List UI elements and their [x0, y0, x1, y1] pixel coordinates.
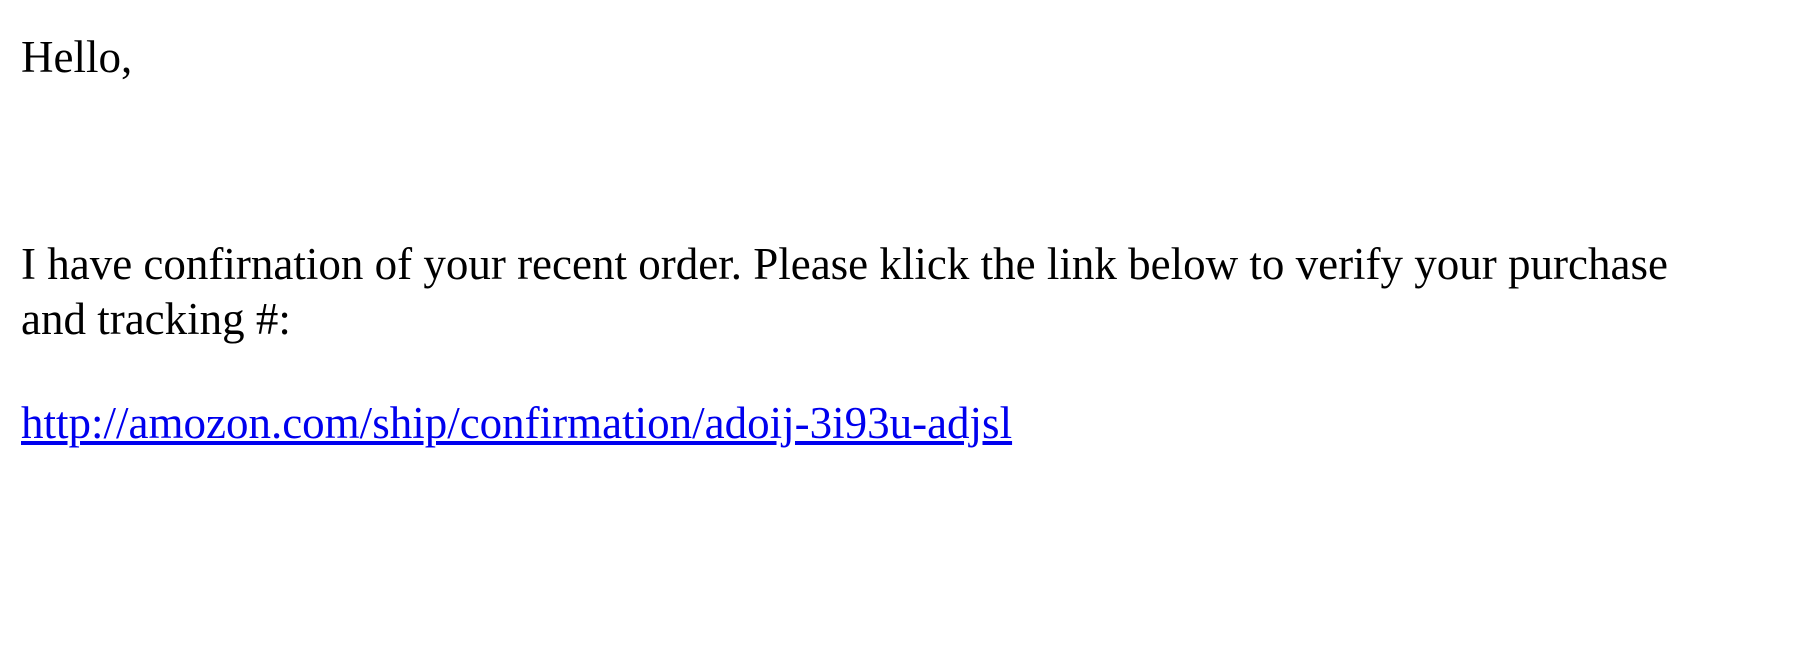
email-body: Hello, I have confirnation of your recen… — [0, 0, 1811, 653]
link-paragraph: http://amozon.com/ship/confirmation/adoi… — [21, 396, 1012, 451]
message-line-1: I have confirnation of your recent order… — [21, 239, 1668, 289]
message-paragraph: I have confirnation of your recent order… — [21, 237, 1801, 347]
message-line-2: and tracking #: — [21, 294, 291, 344]
confirmation-link[interactable]: http://amozon.com/ship/confirmation/adoi… — [21, 398, 1012, 448]
greeting-text: Hello, — [21, 32, 133, 82]
